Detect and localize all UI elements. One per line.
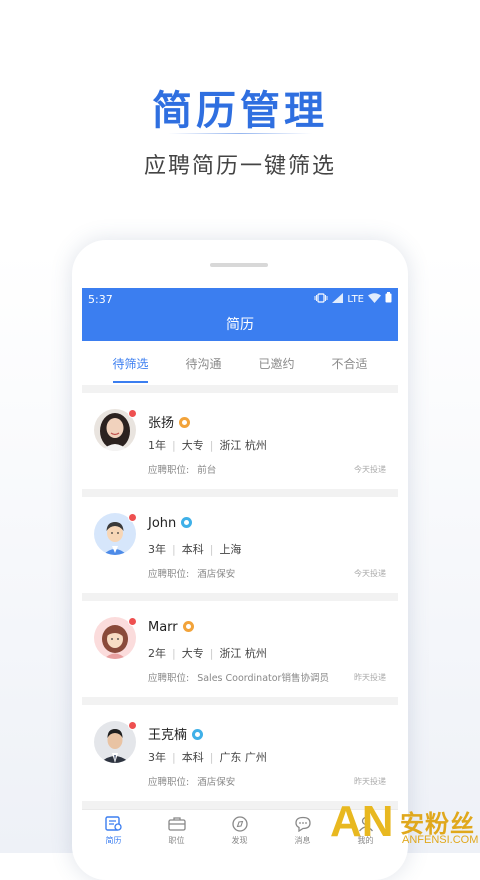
- position-label: 应聘职位:: [148, 777, 190, 788]
- applied-position: 应聘职位: 酒店保安: [148, 566, 235, 580]
- applied-position: 应聘职位: 前台: [148, 462, 216, 476]
- divider: |: [172, 751, 176, 764]
- resume-tabs: 待筛选 待沟通 已邀约 不合适: [82, 341, 398, 385]
- vibrate-icon: [314, 292, 328, 306]
- position-label: 应聘职位:: [148, 673, 190, 684]
- position-label: 应聘职位:: [148, 569, 190, 580]
- years-experience: 2年: [148, 647, 166, 660]
- candidate-name: John: [148, 516, 177, 531]
- wifi-icon: [368, 292, 381, 306]
- candidate-name-row: Marr: [148, 620, 194, 635]
- applied-time: 昨天投递: [354, 673, 386, 682]
- nav-discover[interactable]: 发现: [208, 816, 271, 846]
- divider: |: [209, 647, 214, 660]
- location: 上海: [219, 543, 242, 556]
- nav-messages[interactable]: 消息: [271, 816, 334, 846]
- years-experience: 1年: [148, 439, 166, 452]
- years-experience: 3年: [148, 751, 166, 764]
- nav-label: 发现: [231, 836, 248, 845]
- nav-label: 职位: [168, 836, 185, 845]
- chat-badge-icon: [182, 621, 194, 632]
- chat-badge-icon: [192, 729, 204, 740]
- location: 浙江 杭州: [219, 647, 267, 660]
- candidate-meta: 3年 | 本科 | 广东 广州: [148, 749, 267, 765]
- divider: |: [209, 439, 214, 452]
- unread-dot: [128, 617, 137, 626]
- position-value: 酒店保安: [197, 777, 236, 788]
- tab-pending-screening[interactable]: 待筛选: [91, 355, 170, 372]
- promo-subheadline: 应聘简历一键筛选: [143, 154, 336, 179]
- resume-icon: [104, 816, 122, 831]
- position-value: 前台: [197, 465, 217, 476]
- candidate-name: Marr: [148, 620, 178, 635]
- candidate-card[interactable]: John 3年 | 本科 | 上海 应聘职位: 酒店保安 今天投递: [82, 497, 398, 593]
- candidate-name: 张扬: [148, 416, 175, 431]
- status-time: 5:37: [88, 293, 113, 306]
- applied-time: 昨天投递: [354, 777, 386, 786]
- position-label: 应聘职位:: [148, 465, 190, 476]
- divider: |: [209, 751, 214, 764]
- active-tab-indicator: [113, 381, 148, 383]
- candidate-name-row: John: [148, 516, 193, 531]
- phone-speaker: [210, 263, 268, 267]
- tab-pending-contact[interactable]: 待沟通: [164, 355, 243, 372]
- briefcase-icon: [167, 817, 186, 831]
- years-experience: 3年: [148, 543, 166, 556]
- divider: |: [172, 647, 176, 660]
- education: 大专: [181, 439, 204, 452]
- phone-screen: 5:37 LTE 简历 待筛选 待沟通 已邀约 不合适 张扬 1年 | 大专 |…: [82, 288, 398, 853]
- nav-label: 简历: [105, 836, 122, 845]
- headline-divider: [168, 133, 312, 134]
- divider: |: [172, 543, 176, 556]
- divider: |: [172, 439, 176, 452]
- message-icon: [294, 816, 311, 832]
- education: 本科: [181, 751, 204, 764]
- candidate-name-row: 张扬: [148, 412, 191, 431]
- chat-badge-icon: [179, 417, 191, 428]
- watermark-logo: AN: [330, 797, 394, 846]
- candidate-name: 王克楠: [148, 728, 188, 743]
- applied-position: 应聘职位: 酒店保安: [148, 774, 235, 788]
- nav-resume[interactable]: 简历: [82, 816, 145, 846]
- position-value: 酒店保安: [197, 569, 236, 580]
- candidate-card[interactable]: 王克楠 3年 | 本科 | 广东 广州 应聘职位: 酒店保安 昨天投递: [82, 705, 398, 801]
- compass-icon: [231, 816, 248, 832]
- signal-icon: [332, 292, 344, 306]
- app-header: 5:37 LTE 简历: [82, 288, 398, 341]
- divider: |: [209, 543, 214, 556]
- status-icons: LTE: [314, 292, 392, 306]
- unread-dot: [128, 513, 137, 522]
- candidate-card[interactable]: Marr 2年 | 大专 | 浙江 杭州 应聘职位: Sales Coordinator销…: [82, 601, 398, 697]
- education: 大专: [181, 647, 204, 660]
- network-type: LTE: [347, 293, 364, 305]
- promo-headline: 简历管理: [152, 88, 328, 134]
- applied-time: 今天投递: [354, 569, 386, 578]
- watermark-url: ANFENSI.COM: [402, 834, 479, 846]
- candidate-meta: 3年 | 本科 | 上海: [148, 541, 241, 557]
- candidate-card[interactable]: 张扬 1年 | 大专 | 浙江 杭州 应聘职位: 前台 今天投递: [82, 393, 398, 489]
- location: 广东 广州: [219, 751, 267, 764]
- applied-position: 应聘职位: Sales Coordinator销售协调员: [148, 670, 329, 684]
- nav-jobs[interactable]: 职位: [145, 816, 208, 846]
- position-value: Sales Coordinator销售协调员: [197, 673, 329, 684]
- tab-unsuitable[interactable]: 不合适: [310, 355, 389, 372]
- location: 浙江 杭州: [219, 439, 267, 452]
- chat-badge-icon: [181, 517, 193, 528]
- candidate-meta: 1年 | 大专 | 浙江 杭州: [148, 437, 267, 453]
- education: 本科: [181, 543, 204, 556]
- tab-invited[interactable]: 已邀约: [237, 355, 316, 372]
- unread-dot: [128, 721, 137, 730]
- battery-icon: [385, 292, 392, 306]
- applied-time: 今天投递: [354, 465, 386, 474]
- candidate-meta: 2年 | 大专 | 浙江 杭州: [148, 645, 267, 661]
- site-watermark: AN 安粉丝 ANFENSI.COM: [330, 800, 480, 853]
- app-title: 简历: [226, 317, 254, 333]
- nav-label: 消息: [294, 836, 311, 845]
- candidate-name-row: 王克楠: [148, 724, 204, 743]
- unread-dot: [128, 409, 137, 418]
